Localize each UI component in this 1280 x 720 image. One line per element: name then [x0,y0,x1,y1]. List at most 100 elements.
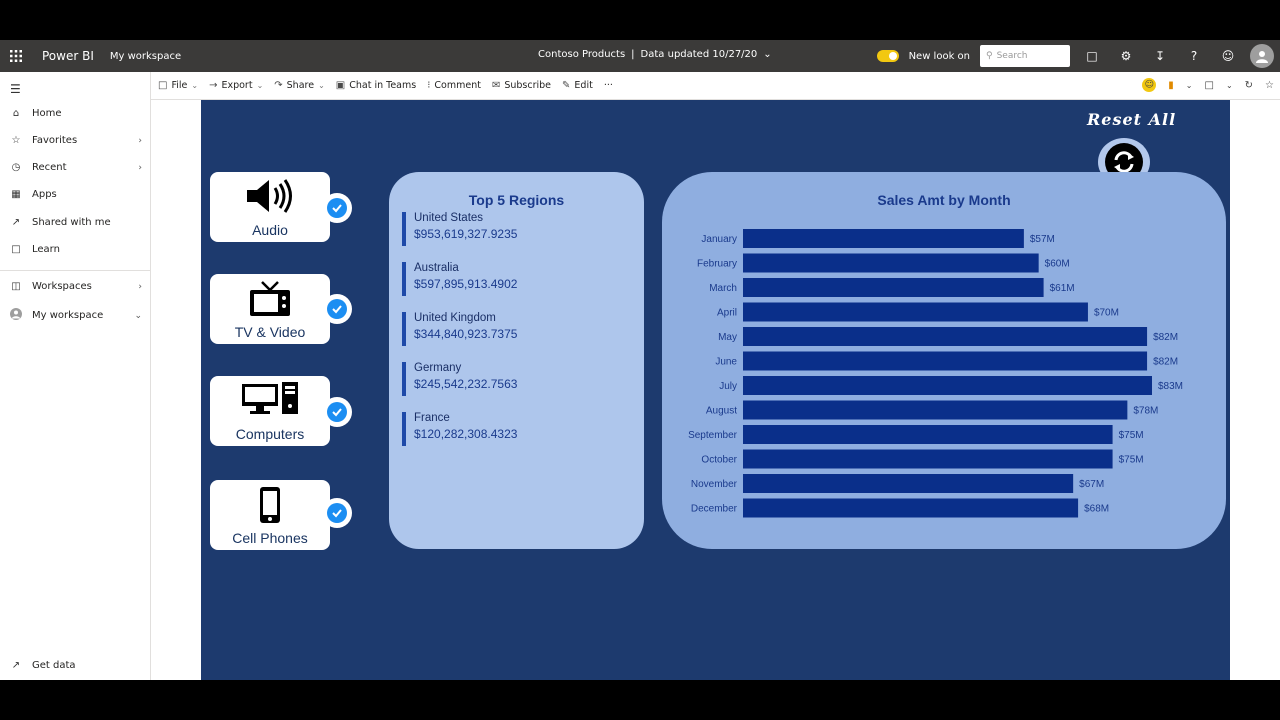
sales-bar[interactable] [743,229,1024,248]
share-menu[interactable]: ↷ Share ⌄ [274,80,325,91]
region-name: Germany [414,362,462,374]
sales-bar[interactable] [743,278,1044,297]
comment-button[interactable]: ⁝ Comment [427,80,481,91]
sales-bar[interactable] [743,351,1148,371]
sales-bar[interactable] [743,425,1113,444]
workspace-breadcrumb[interactable]: My workspace [110,51,181,62]
chevron-down-icon[interactable]: ⌄ [1226,81,1233,90]
top-regions-card[interactable]: Top 5 Regions United States $953,619,327… [389,172,644,549]
search-input[interactable]: ⚲ Search [980,45,1070,67]
month-label: April [717,308,737,319]
app-launcher-icon[interactable] [0,40,32,72]
chevron-down-icon: ⌄ [318,81,325,90]
feedback-icon[interactable]: ☺ [1216,44,1240,68]
nav-item-home[interactable]: ⌂ Home [10,108,142,119]
report-title-area[interactable]: Contoso Products | Data updated 10/27/20… [538,49,772,60]
region-name: United Kingdom [414,312,496,324]
account-avatar[interactable] [1250,44,1274,68]
nav-item-recent[interactable]: ◷ Recent › [10,162,142,173]
chevron-right-icon[interactable]: › [138,282,142,292]
nav-item-favorites[interactable]: ☆ Favorites › [10,135,142,146]
region-value: $597,895,913.4902 [414,277,518,291]
category-card-computers[interactable]: Computers [210,376,330,446]
download-icon[interactable]: ↧ [1148,44,1172,68]
chevron-down-icon[interactable]: ⌄ [134,311,142,321]
category-label: TV & Video [234,324,306,340]
bookmark-icon[interactable]: ▮ [1168,80,1174,91]
bar-value-label: $75M [1119,430,1144,441]
month-label: January [701,234,737,245]
category-checkbox-audio[interactable] [322,193,352,223]
nav-item-my-workspace[interactable]: My workspace ⌄ [10,308,142,323]
shared-icon: ↗ [11,217,21,228]
category-card-tv-video[interactable]: TV & Video [210,274,330,344]
chevron-down-icon[interactable]: ⌄ [1186,81,1193,90]
nav-divider [0,270,151,271]
pencil-icon: ✎ [562,80,571,91]
sales-bar[interactable] [743,376,1152,395]
chevron-right-icon[interactable]: › [138,136,142,146]
file-label: File [171,80,188,91]
hamburger-icon[interactable]: ☰ [10,82,21,96]
chat-in-teams-button[interactable]: ▣ Chat in Teams [336,80,416,91]
region-item[interactable]: United Kingdom $344,840,923.7375 [402,312,517,346]
nav-item-workspaces[interactable]: ◫ Workspaces › [10,281,142,292]
sales-bar[interactable] [743,449,1113,469]
category-card-cell-phones[interactable]: Cell Phones [210,480,330,550]
export-label: Export [221,80,253,91]
nav-item-get-data[interactable]: ↗ Get data [10,660,142,671]
month-label: February [697,259,737,270]
file-menu[interactable]: □ File ⌄ [158,80,198,91]
nav-item-label: Home [32,108,62,119]
month-label: September [688,430,738,441]
search-placeholder: Search [996,51,1028,61]
nav-item-shared[interactable]: ↗ Shared with me [10,217,142,228]
region-item[interactable]: France $120,282,308.4323 [402,412,517,446]
sales-bar[interactable] [743,474,1074,493]
region-item[interactable]: Australia $597,895,913.4902 [402,262,517,296]
notifications-icon[interactable]: □ [1080,44,1104,68]
share-icon: ↷ [274,80,283,91]
nav-item-learn[interactable]: □ Learn [10,244,142,255]
category-checkbox-tv-video[interactable] [322,294,352,324]
sales-by-month-card[interactable]: Sales Amt by Month January $57M February $6… [662,172,1226,549]
checkmark-icon [327,503,347,523]
comment-icon: ⁝ [427,80,431,91]
edit-button[interactable]: ✎ Edit [562,80,593,91]
smiley-icon[interactable]: ☺ [1142,78,1157,92]
edit-label: Edit [574,80,593,91]
export-menu[interactable]: → Export ⌄ [209,80,263,91]
category-checkbox-cell-phones[interactable] [322,498,352,528]
app-brand[interactable]: Power BI [42,49,94,63]
help-icon[interactable]: ? [1182,44,1206,68]
nav-item-apps[interactable]: ▦ Apps [10,189,142,200]
settings-icon[interactable]: ⚙ [1114,44,1138,68]
view-icon[interactable]: □ [1204,80,1213,91]
category-label: Cell Phones [232,530,308,546]
sales-bar[interactable] [743,400,1128,420]
star-icon: ☆ [11,135,21,146]
subscribe-button[interactable]: ✉ Subscribe [492,80,551,91]
bar-value-label: $60M [1045,259,1070,270]
report-page: Reset All Audio TV & Video Computers Cel… [201,100,1230,680]
regions-title: Top 5 Regions [468,192,565,208]
sales-bar[interactable] [743,253,1039,273]
chat-label: Chat in Teams [349,80,417,91]
report-name: Contoso Products [538,49,626,60]
chevron-right-icon[interactable]: › [138,163,142,173]
sales-bar[interactable] [743,327,1148,346]
new-look-toggle[interactable] [876,50,899,62]
apps-icon: ▦ [11,189,21,200]
sales-bar[interactable] [743,302,1088,322]
sales-bar-chart[interactable]: January $57M February $60M March $61M April $70… [662,172,1226,549]
sales-bar[interactable] [743,498,1079,518]
more-options-button[interactable]: ··· [604,80,613,91]
refresh-icon[interactable]: ↻ [1245,80,1253,91]
category-checkbox-computers[interactable] [322,397,352,427]
region-item[interactable]: Germany $245,542,232.7563 [402,362,517,396]
chevron-down-icon[interactable]: ⌄ [763,49,771,60]
reset-all-title: Reset All [1087,110,1177,129]
category-card-audio[interactable]: Audio [210,172,330,242]
favorite-star-icon[interactable]: ☆ [1265,80,1274,91]
region-item[interactable]: United States $953,619,327.9235 [402,212,517,246]
